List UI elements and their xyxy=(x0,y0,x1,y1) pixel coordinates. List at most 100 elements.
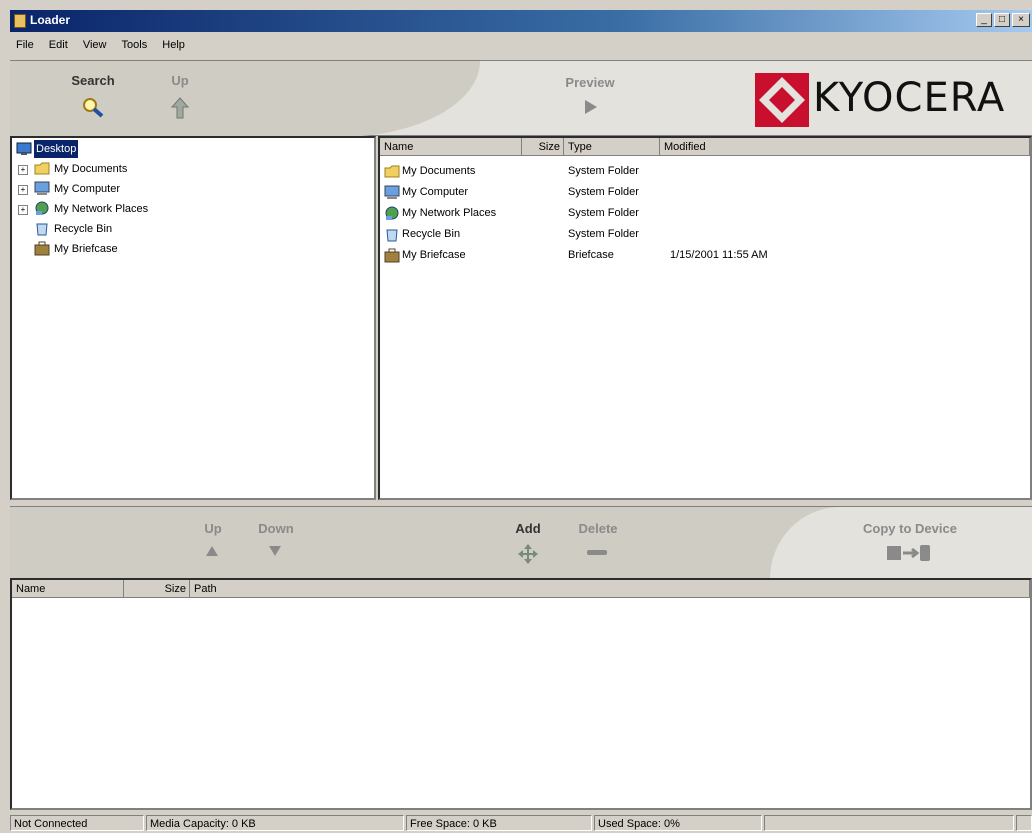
move-down-button[interactable]: Down xyxy=(248,521,304,571)
tree-item-my-computer[interactable]: + My Computer xyxy=(16,180,316,198)
expand-icon[interactable]: + xyxy=(18,165,28,175)
column-header-name[interactable]: Name xyxy=(380,138,522,156)
briefcase-icon xyxy=(384,248,400,263)
file-row[interactable]: Recycle Bin System Folder xyxy=(380,225,1030,245)
tree-item-my-network-places[interactable]: + My Network Places xyxy=(16,200,316,218)
file-row[interactable]: My Computer System Folder xyxy=(380,183,1030,203)
search-icon xyxy=(83,98,104,118)
status-bar: Not Connected Media Capacity: 0 KB Free … xyxy=(10,813,1032,833)
column-header-size[interactable]: Size xyxy=(522,138,564,156)
up-arrow-icon xyxy=(171,97,189,119)
menu-view[interactable]: View xyxy=(83,34,107,56)
preview-button[interactable]: Preview xyxy=(550,75,630,135)
up-label: Up xyxy=(171,73,189,88)
kyocera-logo-icon xyxy=(755,73,809,127)
delete-label: Delete xyxy=(578,521,618,536)
add-button[interactable]: Add xyxy=(503,521,553,575)
file-row[interactable]: My Network Places System Folder xyxy=(380,204,1030,224)
progress-bar xyxy=(764,815,1014,831)
play-icon xyxy=(585,100,597,114)
tree-label-desktop: Desktop xyxy=(34,140,79,158)
file-name: My Briefcase xyxy=(402,249,466,261)
file-type: System Folder xyxy=(568,186,639,198)
column-header-label: Path xyxy=(194,583,217,595)
queue-header-name[interactable]: Name xyxy=(12,580,124,598)
file-row[interactable]: My Documents System Folder xyxy=(380,162,1030,182)
menu-bar: File Edit View Tools Help xyxy=(10,34,1032,56)
network-icon xyxy=(35,201,49,215)
file-row[interactable]: My Briefcase Briefcase 1/15/2001 11:55 A… xyxy=(380,246,1030,266)
expand-icon[interactable]: + xyxy=(18,205,28,215)
tree-item-my-briefcase[interactable]: My Briefcase xyxy=(16,240,316,258)
file-name: My Documents xyxy=(402,165,476,177)
file-name: My Computer xyxy=(402,186,469,198)
preview-label: Preview xyxy=(565,75,615,90)
desktop-icon xyxy=(16,142,32,155)
tree-label: My Documents xyxy=(54,163,128,175)
recycle-bin-icon xyxy=(36,223,48,236)
tree-label: My Computer xyxy=(54,183,121,195)
column-header-label: Size xyxy=(164,583,186,595)
status-connection: Not Connected xyxy=(10,815,144,831)
copy-to-device-button[interactable]: Copy to Device xyxy=(830,521,990,575)
file-type: System Folder xyxy=(568,228,639,240)
tree-label: Recycle Bin xyxy=(54,223,113,235)
file-list[interactable]: Name Size Type Modified My Documents Sys… xyxy=(378,136,1032,500)
menu-file[interactable]: File xyxy=(16,34,34,56)
add-move-icon xyxy=(518,544,538,564)
search-label: Search xyxy=(71,73,115,88)
menu-tools[interactable]: Tools xyxy=(122,34,148,56)
file-name: Recycle Bin xyxy=(402,228,461,240)
maximize-button[interactable]: □ xyxy=(994,13,1010,27)
folder-icon xyxy=(384,165,400,178)
status-media-capacity: Media Capacity: 0 KB xyxy=(146,815,404,831)
status-free-space: Free Space: 0 KB xyxy=(406,815,592,831)
triangle-down-icon xyxy=(269,546,281,556)
delete-button[interactable]: Delete xyxy=(566,521,630,571)
copy-to-device-icon xyxy=(887,545,930,561)
kyocera-logo-text: KYOCERA xyxy=(813,75,1006,121)
network-icon xyxy=(385,206,399,220)
briefcase-icon xyxy=(34,241,50,256)
expand-icon[interactable]: + xyxy=(18,185,28,195)
folder-tree[interactable]: Desktop + My Documents + My Computer + M… xyxy=(10,136,376,500)
menu-help[interactable]: Help xyxy=(162,34,185,56)
kyocera-logo: KYOCERA xyxy=(755,73,1025,129)
file-type: System Folder xyxy=(568,207,639,219)
minimize-button[interactable]: _ xyxy=(976,13,992,27)
size-grip[interactable] xyxy=(1016,815,1032,831)
column-header-label: Name xyxy=(384,141,414,153)
move-up-button[interactable]: Up xyxy=(190,521,236,571)
file-type: Briefcase xyxy=(568,249,614,261)
status-used-space: Used Space: 0% xyxy=(594,815,762,831)
queue-header-path[interactable]: Path xyxy=(190,580,1030,598)
column-header-label: Type xyxy=(568,141,592,153)
move-down-label: Down xyxy=(258,521,294,536)
app-icon xyxy=(14,14,26,28)
tree-label: My Network Places xyxy=(54,203,149,215)
menu-edit[interactable]: Edit xyxy=(49,34,68,56)
search-button[interactable]: Search xyxy=(58,73,128,133)
computer-icon xyxy=(34,181,50,195)
folder-icon xyxy=(34,162,50,175)
tree-item-recycle-bin[interactable]: Recycle Bin xyxy=(16,220,316,238)
recycle-bin-icon xyxy=(386,229,398,242)
column-header-type[interactable]: Type xyxy=(564,138,660,156)
file-modified: 1/15/2001 11:55 AM xyxy=(670,249,768,261)
title-bar[interactable]: Loader _ □ × xyxy=(10,10,1032,32)
minus-icon xyxy=(587,550,607,555)
transfer-queue[interactable]: Name Size Path xyxy=(10,578,1032,810)
tree-item-my-documents[interactable]: + My Documents xyxy=(16,160,316,178)
file-type: System Folder xyxy=(568,165,639,177)
add-label: Add xyxy=(515,521,541,536)
tree-label: My Briefcase xyxy=(54,243,118,255)
transfer-toolbar: Up Down Add Delete Copy to Device xyxy=(10,506,1032,579)
column-header-modified[interactable]: Modified xyxy=(660,138,1030,156)
move-up-label: Up xyxy=(204,521,222,536)
up-button[interactable]: Up xyxy=(155,73,205,133)
top-toolbar: Search Up Preview KYOCERA xyxy=(10,60,1032,137)
column-header-label: Size xyxy=(538,141,560,153)
close-button[interactable]: × xyxy=(1012,13,1030,27)
queue-header-size[interactable]: Size xyxy=(124,580,190,598)
triangle-up-icon xyxy=(206,546,218,556)
